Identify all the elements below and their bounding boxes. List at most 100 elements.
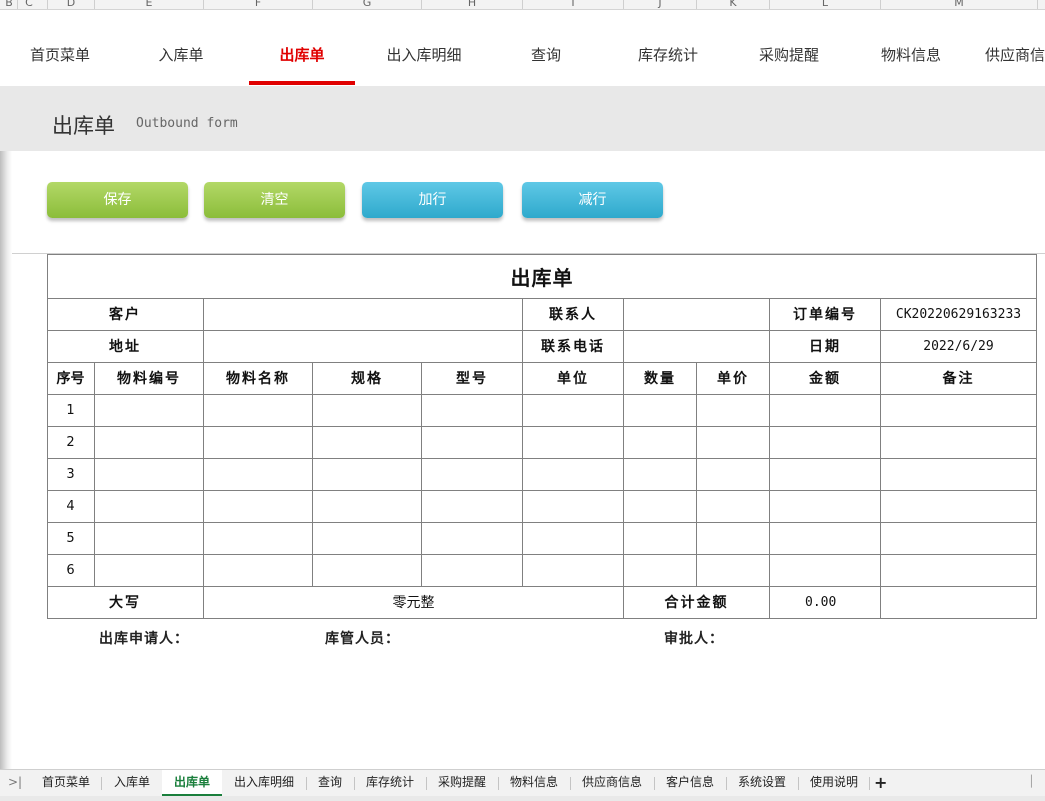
remove-row-button[interactable]: 减行 (522, 182, 663, 218)
phone-field[interactable] (624, 330, 769, 362)
grid-line (47, 618, 1037, 619)
nav-tab-home-menu[interactable]: 首页菜单 (14, 44, 106, 64)
grid-line (203, 362, 204, 586)
nav-tab-query[interactable]: 查询 (500, 44, 592, 64)
column-header-j[interactable]: J (624, 0, 696, 9)
column-header-model: 型号 (456, 371, 488, 387)
outbound-form: 出库单 客户 联系人 订单编号 CK20220629163233 地址 联系电话… (47, 254, 1037, 619)
grid-line (47, 426, 1037, 427)
row-number: 1 (66, 402, 75, 418)
title-band: 出库单 Outbound form (0, 86, 1045, 151)
sheet-scroll-last-icon[interactable]: >| (8, 775, 22, 789)
row-number: 2 (66, 434, 75, 450)
add-sheet-button[interactable]: + (874, 773, 887, 792)
grid-line (47, 490, 1037, 491)
sheet-tab-query[interactable]: 查询 (308, 770, 352, 796)
grid-line (522, 362, 523, 586)
column-header-quantity: 数量 (644, 371, 676, 387)
order-number-field[interactable]: CK20220629163233 (881, 298, 1036, 330)
nav-tab-supplier[interactable]: 供应商信 (985, 44, 1045, 64)
nav-tab-inventory-stats[interactable]: 库存统计 (622, 44, 714, 64)
bottom-edge (0, 796, 1045, 801)
total-amount-label: 合计金额 (664, 595, 729, 611)
capital-amount-value: 零元整 (392, 595, 435, 611)
address-field[interactable] (204, 330, 522, 362)
column-header-m[interactable]: M (881, 0, 1037, 9)
column-header-b[interactable]: B (2, 0, 16, 9)
tab-divider (798, 777, 799, 790)
grid-line (312, 362, 313, 586)
active-tab-indicator (249, 81, 355, 85)
tab-divider (426, 777, 427, 790)
add-row-button[interactable]: 加行 (362, 182, 503, 218)
tab-divider (306, 777, 307, 790)
contact-field[interactable] (624, 298, 769, 330)
nav-tab-in-out-details[interactable]: 出入库明细 (378, 44, 470, 64)
sheet-tab-in-out-details[interactable]: 出入库明细 (224, 770, 304, 796)
grid-line (47, 554, 1037, 555)
column-header-k[interactable]: K (697, 0, 769, 9)
row-number: 4 (66, 498, 75, 514)
column-header-amount: 金额 (809, 371, 841, 387)
order-number-label: 订单编号 (793, 307, 857, 323)
column-header-i[interactable]: I (523, 0, 623, 9)
column-header-unit: 单位 (557, 371, 589, 387)
total-amount-value: 0.00 (805, 594, 837, 610)
approver-signature-label: 审批人： (664, 631, 724, 647)
sheet-tab-instructions[interactable]: 使用说明 (800, 770, 868, 796)
grid-line (47, 394, 1037, 395)
column-header-e[interactable]: E (95, 0, 203, 9)
column-header-d[interactable]: D (48, 0, 94, 9)
column-header-remarks: 备注 (942, 371, 975, 387)
capital-amount-label: 大写 (109, 595, 141, 611)
column-header-spec: 规格 (351, 371, 383, 387)
sheet-tab-material-info[interactable]: 物料信息 (500, 770, 568, 796)
column-header-material-name: 物料名称 (226, 371, 290, 387)
grid-line (623, 362, 624, 586)
tab-divider (869, 777, 870, 790)
customer-field[interactable] (204, 298, 522, 330)
sheet-tab-customer-info[interactable]: 客户信息 (656, 770, 724, 796)
column-header-l[interactable]: L (770, 0, 880, 9)
column-header-seq: 序号 (56, 371, 85, 387)
sheet-tab-purchase-reminder[interactable]: 采购提醒 (428, 770, 496, 796)
page-title: 出库单 (52, 114, 115, 138)
grid-line (1036, 254, 1037, 619)
customer-label: 客户 (109, 307, 141, 323)
sheet-tab-inventory-stats[interactable]: 库存统计 (356, 770, 424, 796)
date-field[interactable]: 2022/6/29 (881, 330, 1036, 362)
tab-divider (498, 777, 499, 790)
column-header-g[interactable]: G (313, 0, 421, 9)
nav-tab-purchase-reminder[interactable]: 采购提醒 (743, 44, 835, 64)
tab-divider (101, 777, 102, 790)
tab-divider (354, 777, 355, 790)
date-label: 日期 (809, 339, 841, 355)
sheet-tab-home-menu[interactable]: 首页菜单 (32, 770, 100, 796)
column-header-h[interactable]: H (422, 0, 522, 9)
nav-tab-material-info[interactable]: 物料信息 (865, 44, 957, 64)
phone-label: 联系电话 (541, 339, 605, 355)
tab-divider (570, 777, 571, 790)
clear-button[interactable]: 清空 (204, 182, 345, 218)
row-number: 5 (66, 530, 75, 546)
sheet-tab-inbound[interactable]: 入库单 (104, 770, 160, 796)
sheet-tab-supplier-info[interactable]: 供应商信息 (572, 770, 652, 796)
tab-divider (726, 777, 727, 790)
grid-line (880, 586, 881, 618)
nav-tab-outbound[interactable]: 出库单 (256, 44, 348, 64)
keeper-signature-label: 库管人员： (325, 631, 400, 647)
column-header-c[interactable]: C (20, 0, 38, 9)
sheet-tab-outbound[interactable]: 出库单 (162, 770, 222, 796)
sheet-tab-bar: >| 首页菜单 入库单 出库单 出入库明细 查询 库存统计 采购提醒 物料信息 … (0, 769, 1045, 796)
column-header-f[interactable]: F (204, 0, 312, 9)
sheet-tab-system-settings[interactable]: 系统设置 (728, 770, 796, 796)
tab-divider (654, 777, 655, 790)
horizontal-scroll-handle-icon[interactable]: │ (1028, 775, 1035, 788)
save-button[interactable]: 保存 (47, 182, 188, 218)
contact-label: 联系人 (549, 307, 597, 323)
address-label: 地址 (109, 339, 141, 355)
grid-line (47, 458, 1037, 459)
nav-tab-inbound[interactable]: 入库单 (135, 44, 227, 64)
applicant-signature-label: 出库申请人： (99, 631, 189, 647)
column-header-strip: B C D E F G H I J K L M (0, 0, 1045, 10)
